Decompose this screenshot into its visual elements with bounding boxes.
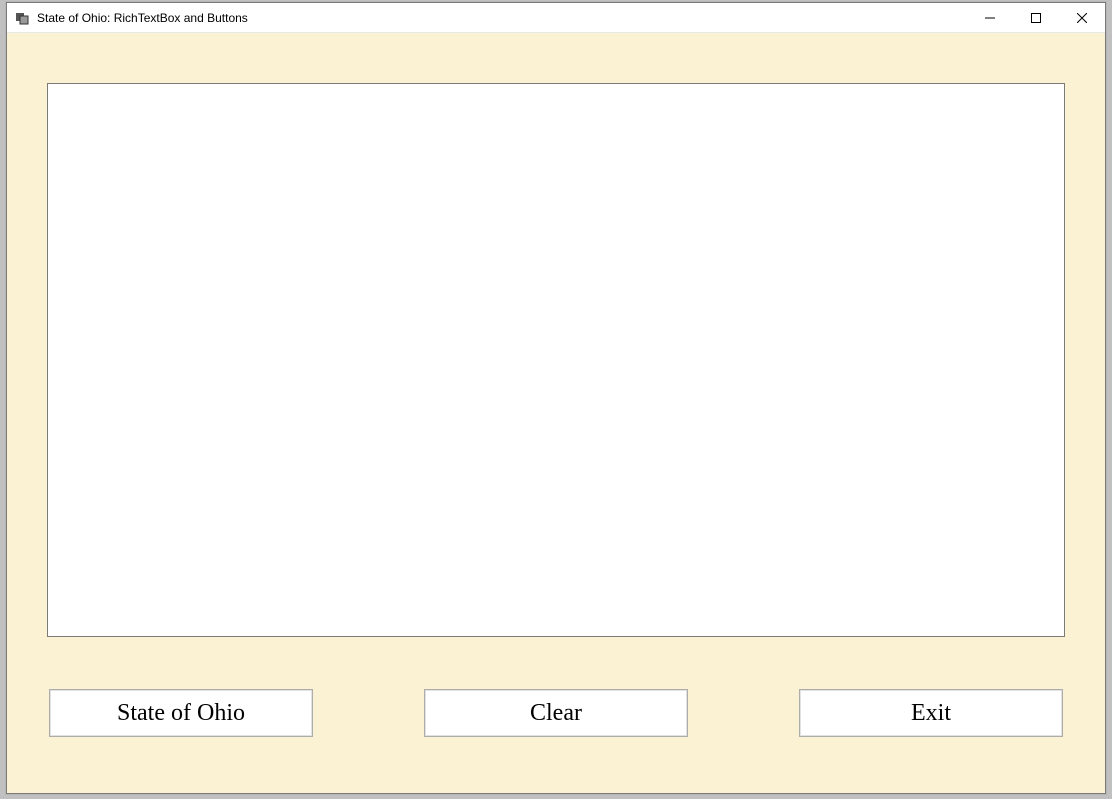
maximize-button[interactable]: [1013, 3, 1059, 33]
app-icon: [15, 10, 31, 26]
exit-button[interactable]: Exit: [799, 689, 1063, 737]
state-of-ohio-button[interactable]: State of Ohio: [49, 689, 313, 737]
clear-button[interactable]: Clear: [424, 689, 688, 737]
app-window: State of Ohio: RichTextBox and Buttons S…: [6, 2, 1106, 794]
close-button[interactable]: [1059, 3, 1105, 33]
titlebar[interactable]: State of Ohio: RichTextBox and Buttons: [7, 3, 1105, 33]
window-title: State of Ohio: RichTextBox and Buttons: [37, 11, 248, 25]
client-area: State of Ohio Clear Exit: [7, 33, 1105, 793]
richtextbox[interactable]: [47, 83, 1065, 637]
button-row: State of Ohio Clear Exit: [47, 689, 1065, 737]
window-controls: [967, 3, 1105, 32]
minimize-button[interactable]: [967, 3, 1013, 33]
